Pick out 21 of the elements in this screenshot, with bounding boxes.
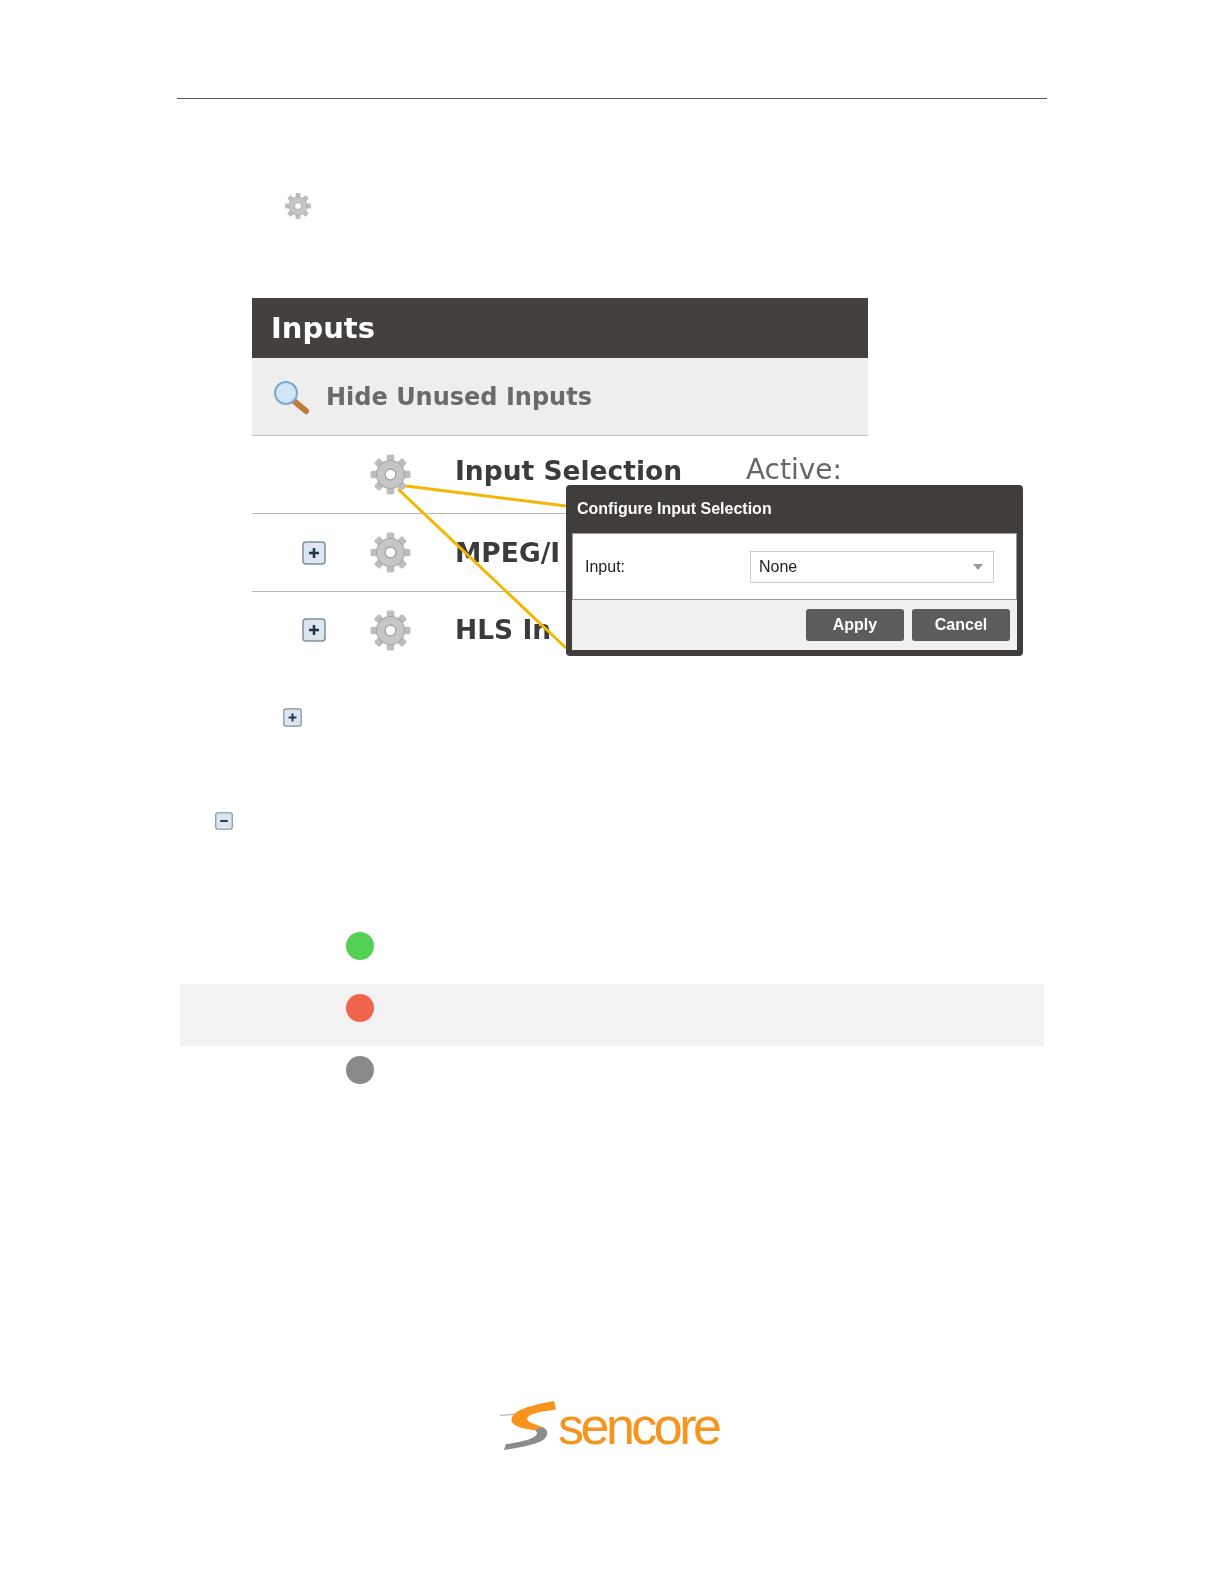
search-icon[interactable] bbox=[271, 378, 311, 415]
logo-wordmark: sencore bbox=[558, 1400, 719, 1452]
input-dropdown[interactable]: None bbox=[750, 550, 994, 583]
expand-icon bbox=[283, 708, 302, 727]
dialog-title: Configure Input Selection bbox=[577, 500, 772, 518]
apply-button[interactable]: Apply bbox=[806, 609, 904, 641]
expand-icon[interactable] bbox=[302, 540, 326, 565]
caret-icon bbox=[973, 563, 983, 570]
collapse-icon bbox=[215, 812, 233, 830]
logo-swoosh-icon bbox=[500, 1398, 558, 1452]
cancel-button[interactable]: Cancel bbox=[912, 609, 1010, 641]
gear-icon[interactable] bbox=[369, 453, 412, 496]
gear-icon[interactable] bbox=[369, 608, 412, 652]
status-label: Active: bbox=[745, 455, 842, 486]
filter-link[interactable]: Hide Unused Inputs bbox=[326, 382, 592, 411]
gear-icon bbox=[284, 192, 312, 220]
expand-icon[interactable] bbox=[302, 618, 326, 642]
row-label: Input Selection bbox=[455, 455, 683, 486]
field-label: Input: bbox=[585, 557, 627, 576]
gear-icon[interactable] bbox=[369, 531, 412, 574]
panel-title: Inputs bbox=[271, 311, 375, 345]
